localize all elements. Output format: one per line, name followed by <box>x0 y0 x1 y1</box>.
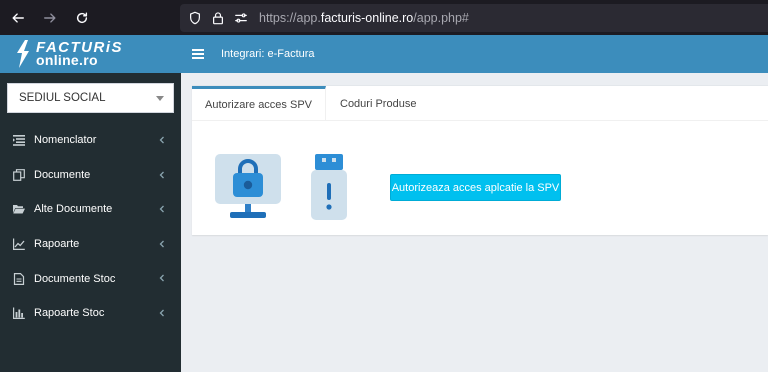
logo[interactable]: FACTURiS online.ro <box>0 35 181 73</box>
chevron-left-icon <box>157 135 167 145</box>
address-bar[interactable]: https://app.facturis-online.ro/app.php# <box>180 4 768 32</box>
chevron-left-icon <box>157 273 167 283</box>
browser-toolbar: https://app.facturis-online.ro/app.php# <box>0 0 768 35</box>
tab-bar: Autorizare acces SPV Coduri Produse <box>192 86 768 121</box>
back-arrow-icon[interactable] <box>4 4 32 32</box>
sidebar-item-label: Alte Documente <box>34 203 113 216</box>
url-suffix: /app.php# <box>413 11 469 25</box>
sidebar-item-nomenclator[interactable]: Nomenclator <box>0 123 181 158</box>
company-select-value: SEDIUL SOCIAL <box>19 92 106 104</box>
sidebar-item-rapoarte[interactable]: Rapoarte <box>0 227 181 262</box>
sidebar-item-label: Rapoarte <box>34 238 80 251</box>
sidebar-item-alte-documente[interactable]: Alte Documente <box>0 192 181 227</box>
sidebar-item-rapoarte-stoc[interactable]: Rapoarte Stoc <box>0 296 181 331</box>
company-select[interactable]: SEDIUL SOCIAL <box>7 83 174 113</box>
reload-icon[interactable] <box>68 4 96 32</box>
folder-open-icon <box>13 203 25 215</box>
lock-icon[interactable] <box>211 11 225 25</box>
usb-token-icon <box>311 154 347 220</box>
sidebar-item-documente[interactable]: Documente <box>0 158 181 193</box>
sidebar: FACTURiS online.ro SEDIUL SOCIAL Nomencl… <box>0 35 181 372</box>
url-prefix: https://app. <box>259 11 321 25</box>
caret-down-icon <box>156 96 164 101</box>
tab-coduri-produse[interactable]: Coduri Produse <box>326 86 429 121</box>
url-domain: facturis-online.ro <box>320 11 414 25</box>
tab-autorizare-acces-spv[interactable]: Autorizare acces SPV <box>192 86 326 121</box>
content-panel: Autorizare acces SPV Coduri Produse Auto… <box>192 85 768 235</box>
logo-mark-icon <box>17 40 29 68</box>
copy-icon <box>13 168 25 181</box>
page-title: Integrari: e-Factura <box>221 48 315 60</box>
shield-icon[interactable] <box>188 11 202 25</box>
monitor-lock-icon <box>215 154 281 218</box>
bar-chart-icon <box>13 307 25 320</box>
sidebar-menu: Nomenclator Documente Alte Documente Rap… <box>0 123 181 331</box>
forward-arrow-icon[interactable] <box>36 4 64 32</box>
sidebar-item-label: Documente <box>34 168 91 181</box>
main-header: Integrari: e-Factura <box>181 35 768 73</box>
sidebar-item-label: Rapoarte Stoc <box>34 307 105 320</box>
hamburger-menu-icon[interactable] <box>192 49 204 59</box>
chevron-left-icon <box>157 170 167 180</box>
chevron-left-icon <box>157 308 167 318</box>
file-text-icon <box>13 272 25 285</box>
sidebar-item-label: Documente Stoc <box>34 272 116 285</box>
line-chart-icon <box>13 238 25 251</box>
chevron-left-icon <box>157 239 167 249</box>
permissions-icon[interactable] <box>234 11 248 25</box>
authorize-spv-button[interactable]: Autorizeaza acces aplcatie la SPV <box>390 174 561 201</box>
logo-line2: online.ro <box>36 52 98 68</box>
url-text[interactable]: https://app.facturis-online.ro/app.php# <box>259 11 469 25</box>
chevron-left-icon <box>157 204 167 214</box>
sidebar-item-label: Nomenclator <box>34 134 97 147</box>
list-icon <box>13 134 25 147</box>
logo-text: FACTURiS online.ro <box>36 40 123 68</box>
sidebar-item-documente-stoc[interactable]: Documente Stoc <box>0 261 181 296</box>
